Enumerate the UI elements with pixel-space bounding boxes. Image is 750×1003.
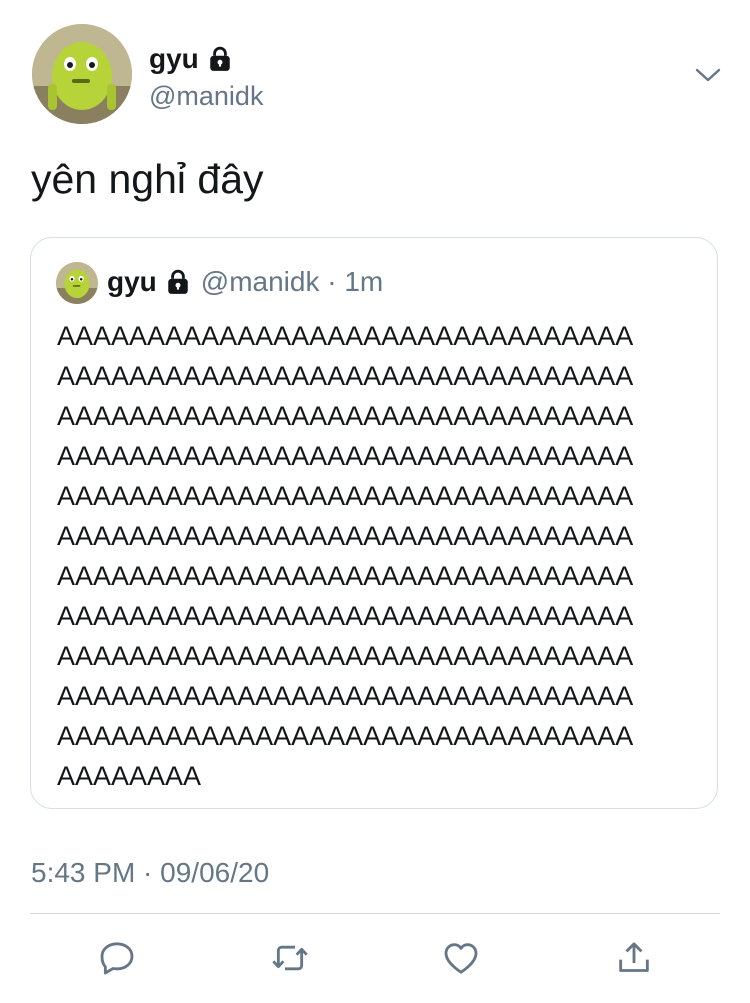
lock-icon	[207, 46, 233, 72]
quoted-text-line: AAAAAAAAAAAAAAAAAAAAAAAAAAAAAAAA	[57, 601, 634, 631]
share-button[interactable]	[612, 936, 656, 980]
quoted-author-name: gyu	[107, 266, 157, 297]
quoted-text-line: AAAAAAAAAAAAAAAAAAAAAAAAAAAAAAAA	[57, 641, 634, 671]
quoted-author-handle: @manidk	[200, 266, 320, 297]
mike-wazowski-avatar	[56, 262, 98, 304]
quoted-text-line: AAAAAAAAAAAAAAAAAAAAAAAAAAAAAAAA	[57, 401, 634, 431]
author-name-text: gyu	[149, 43, 199, 74]
quoted-text-line: AAAAAAAAAAAAAAAAAAAAAAAAAAAAAAAA	[57, 721, 634, 751]
reply-button[interactable]	[95, 936, 139, 980]
quoted-tweet-age: 1m	[344, 266, 384, 297]
author-avatar[interactable]	[32, 24, 132, 124]
author-display-name[interactable]: gyu	[149, 42, 233, 76]
quoted-text-line: AAAAAAAAAAAAAAAAAAAAAAAAAAAAAAAA	[57, 441, 634, 471]
quoted-text-line: AAAAAAAAAAAAAAAAAAAAAAAAAAAAAAAA	[57, 361, 634, 391]
reply-icon	[100, 942, 134, 975]
quoted-tweet-text: AAAAAAAAAAAAAAAAAAAAAAAAAAAAAAAA AAAAAAAA…	[57, 316, 707, 796]
mike-wazowski-avatar	[32, 24, 132, 124]
like-button[interactable]	[439, 936, 483, 980]
quoted-text-line: AAAAAAAAAAAAAAAAAAAAAAAAAAAAAAAA	[57, 561, 634, 591]
quoted-tweet-header: gyu @manidk · 1m	[107, 264, 383, 300]
quoted-author-avatar	[56, 262, 98, 304]
retweet-icon	[272, 945, 308, 971]
quoted-separator: ·	[319, 266, 345, 297]
share-icon	[619, 942, 649, 972]
lock-icon	[165, 269, 191, 295]
quoted-text-line: AAAAAAAA	[57, 761, 202, 791]
retweet-button[interactable]	[268, 936, 312, 980]
tweet-text: yên nghỉ đây	[31, 156, 264, 202]
quoted-text-line: AAAAAAAAAAAAAAAAAAAAAAAAAAAAAAAA	[57, 481, 634, 511]
tweet-timestamp[interactable]: 5:43 PM · 09/06/20	[31, 856, 269, 890]
chevron-down-icon[interactable]	[692, 62, 724, 86]
quoted-text-line: AAAAAAAAAAAAAAAAAAAAAAAAAAAAAAAA	[57, 681, 634, 711]
author-handle[interactable]: @manidk	[149, 80, 263, 112]
quoted-text-line: AAAAAAAAAAAAAAAAAAAAAAAAAAAAAAAA	[57, 321, 634, 351]
divider	[30, 913, 720, 914]
quoted-tweet-card[interactable]: gyu @manidk · 1m AAAAAAAAAAAAAAAAAAAAAAA…	[30, 237, 718, 809]
quoted-text-line: AAAAAAAAAAAAAAAAAAAAAAAAAAAAAAAA	[57, 521, 634, 551]
like-icon	[444, 943, 478, 974]
